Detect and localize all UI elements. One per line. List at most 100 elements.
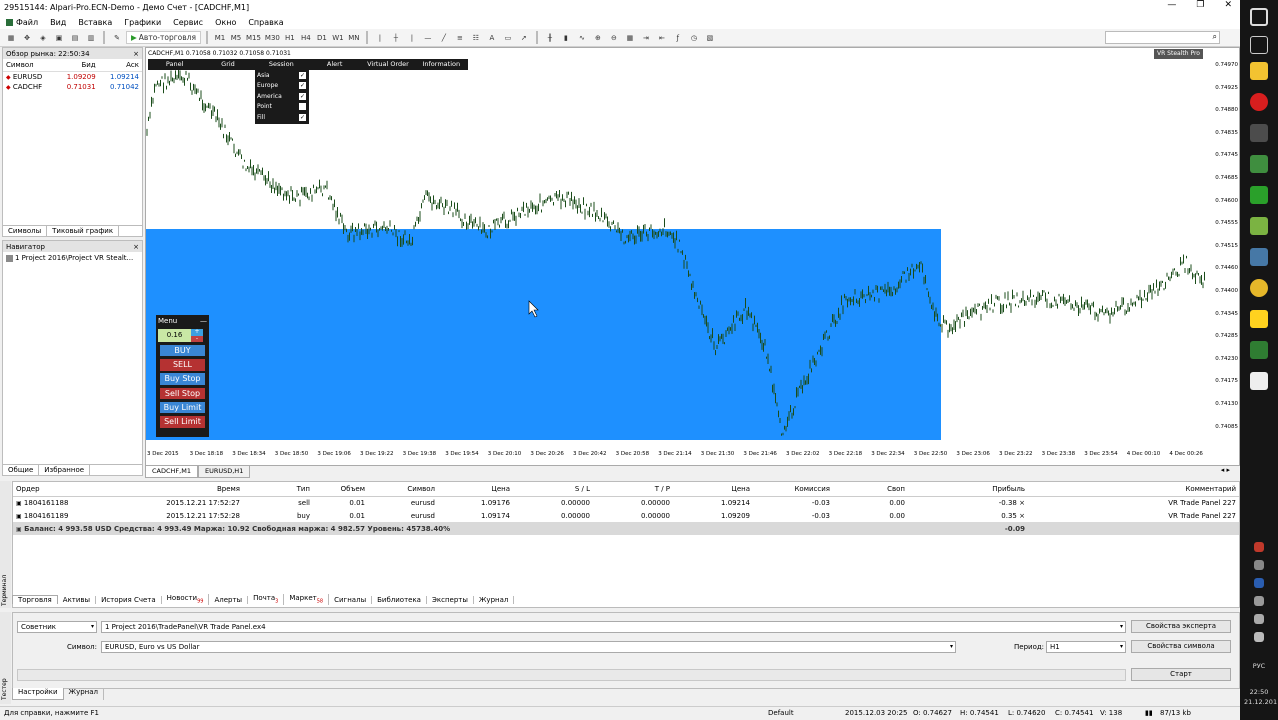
menu-grid[interactable]: Grid: [201, 59, 254, 70]
templates-icon[interactable]: ▧: [703, 31, 717, 44]
metatrader-icon[interactable]: [1250, 124, 1268, 142]
column-header[interactable]: Объем: [313, 482, 368, 497]
tab-market[interactable]: Маркет58: [284, 594, 330, 605]
vertical-line-icon[interactable]: |: [405, 31, 419, 44]
tf-h4-button[interactable]: H4: [299, 31, 313, 44]
menu-virtual-order[interactable]: Virtual Order: [361, 59, 414, 70]
symbol-select[interactable]: EURUSD, Euro vs US Dollar ▾: [101, 641, 956, 653]
lot-decrease-button[interactable]: -: [191, 335, 203, 342]
terminal-icon[interactable]: ▥: [84, 31, 98, 44]
menu-panel[interactable]: Panel: [148, 59, 201, 70]
sell-stop-button[interactable]: Sell Stop: [160, 387, 205, 400]
close-icon[interactable]: ×: [133, 50, 139, 58]
sell-button[interactable]: SELL: [160, 359, 205, 371]
period-icon[interactable]: ◷: [687, 31, 701, 44]
clock-time[interactable]: 22:50: [1244, 688, 1274, 696]
buy-button[interactable]: BUY: [160, 344, 205, 357]
column-header[interactable]: Комментарий: [1028, 482, 1239, 497]
tf-d1-button[interactable]: D1: [315, 31, 329, 44]
app-icon[interactable]: [1250, 310, 1268, 328]
maximize-button[interactable]: ❐: [1196, 0, 1204, 10]
opera-icon[interactable]: [1250, 93, 1268, 111]
column-header[interactable]: Символ: [3, 59, 56, 72]
menu-window[interactable]: Окно: [209, 18, 242, 27]
column-header[interactable]: Ордер: [13, 482, 108, 497]
tester-type-select[interactable]: Советник ▾: [17, 621, 97, 633]
checkbox[interactable]: [299, 103, 306, 111]
column-header[interactable]: Символ: [368, 482, 438, 497]
tf-m5-button[interactable]: M5: [229, 31, 243, 44]
checkbox[interactable]: ✓: [299, 92, 306, 100]
zoom-out-icon[interactable]: ⊖: [607, 31, 621, 44]
menu-session[interactable]: Session: [255, 59, 308, 70]
session-america[interactable]: America ✓: [255, 91, 309, 102]
tab-library[interactable]: Библиотека: [372, 595, 427, 604]
checkbox[interactable]: ✓: [299, 82, 306, 90]
tab-journal[interactable]: Журнал: [474, 595, 515, 604]
label-tool-icon[interactable]: ▭: [501, 31, 515, 44]
tab-exposure[interactable]: Активы: [58, 595, 97, 604]
tab-favorites[interactable]: Избранное: [39, 465, 91, 475]
symbol-properties-button[interactable]: Свойства символа: [1131, 640, 1231, 653]
session-point[interactable]: Point: [255, 102, 309, 113]
tab-symbols[interactable]: Символы: [3, 226, 48, 236]
tab-experts[interactable]: Эксперты: [427, 595, 474, 604]
search-input[interactable]: ⌕: [1105, 31, 1220, 44]
tab-tick-chart[interactable]: Тиковый график: [47, 226, 120, 236]
session-europe[interactable]: Europe ✓: [255, 81, 309, 92]
channel-icon[interactable]: ≡: [453, 31, 467, 44]
data-window-icon[interactable]: ▣: [52, 31, 66, 44]
session-fill[interactable]: Fill ✓: [255, 112, 309, 123]
column-header[interactable]: T / P: [593, 482, 673, 497]
close-order-icon[interactable]: ×: [1019, 499, 1025, 507]
table-row[interactable]: ▣ 1804161188 2015.12.21 17:52:27 sell 0.…: [13, 496, 1239, 509]
text-tool-icon[interactable]: A: [485, 31, 499, 44]
app-icon[interactable]: [1250, 217, 1268, 235]
zoom-in-icon[interactable]: ⊕: [591, 31, 605, 44]
column-header[interactable]: Бид: [55, 59, 99, 72]
column-header[interactable]: Своп: [833, 482, 908, 497]
tf-m15-button[interactable]: M15: [245, 31, 262, 44]
app-icon[interactable]: [1250, 279, 1268, 297]
expert-properties-button[interactable]: Свойства эксперта: [1131, 620, 1231, 633]
tf-w1-button[interactable]: W1: [331, 31, 345, 44]
bar-chart-icon[interactable]: ╫: [543, 31, 557, 44]
minimize-icon[interactable]: —: [200, 317, 207, 327]
tab-settings[interactable]: Настройки: [12, 688, 64, 700]
menu-file[interactable]: Файл: [0, 18, 44, 27]
fibonacci-icon[interactable]: ☷: [469, 31, 483, 44]
crosshair-icon[interactable]: ┼: [389, 31, 403, 44]
grid-icon[interactable]: ▦: [623, 31, 637, 44]
tab-tester-journal[interactable]: Журнал: [64, 688, 105, 700]
volume-icon[interactable]: [1254, 632, 1264, 642]
menu-tools[interactable]: Сервис: [167, 18, 209, 27]
start-icon[interactable]: [1250, 8, 1268, 26]
chart-window[interactable]: [145, 47, 1240, 466]
tray-icon[interactable]: [1254, 596, 1264, 606]
checkbox[interactable]: ✓: [299, 113, 306, 121]
buy-stop-button[interactable]: Buy Stop: [160, 373, 205, 385]
app-icon[interactable]: [1250, 341, 1268, 359]
tray-icon[interactable]: [1254, 578, 1264, 588]
network-icon[interactable]: [1254, 614, 1264, 624]
table-row[interactable]: ◆ CADCHF 0.71031 0.71042: [3, 82, 142, 92]
tab-common[interactable]: Общие: [3, 465, 40, 475]
table-row[interactable]: ▣ 1804161189 2015.12.21 17:52:28 buy 0.0…: [13, 509, 1239, 522]
app-icon[interactable]: [1250, 372, 1268, 390]
trendline-icon[interactable]: ╱: [437, 31, 451, 44]
app-icon[interactable]: [1250, 248, 1268, 266]
expert-select[interactable]: 1 Project 2016\TradePanel\VR Trade Panel…: [101, 621, 1126, 633]
column-header[interactable]: S / L: [513, 482, 593, 497]
column-header[interactable]: Комиссия: [753, 482, 833, 497]
column-header[interactable]: Цена: [673, 482, 753, 497]
horizontal-line-icon[interactable]: —: [421, 31, 435, 44]
tray-icon[interactable]: [1254, 542, 1264, 552]
checkbox[interactable]: ✓: [299, 71, 306, 79]
column-header[interactable]: Время: [108, 482, 243, 497]
line-chart-icon[interactable]: ∿: [575, 31, 589, 44]
buy-limit-button[interactable]: Buy Limit: [160, 401, 205, 414]
cursor-icon[interactable]: |: [373, 31, 387, 44]
tab-scroll-arrows[interactable]: ◂ ▸: [1221, 466, 1240, 478]
close-button[interactable]: ✕: [1224, 0, 1232, 10]
arrows-tool-icon[interactable]: ➚: [517, 31, 531, 44]
